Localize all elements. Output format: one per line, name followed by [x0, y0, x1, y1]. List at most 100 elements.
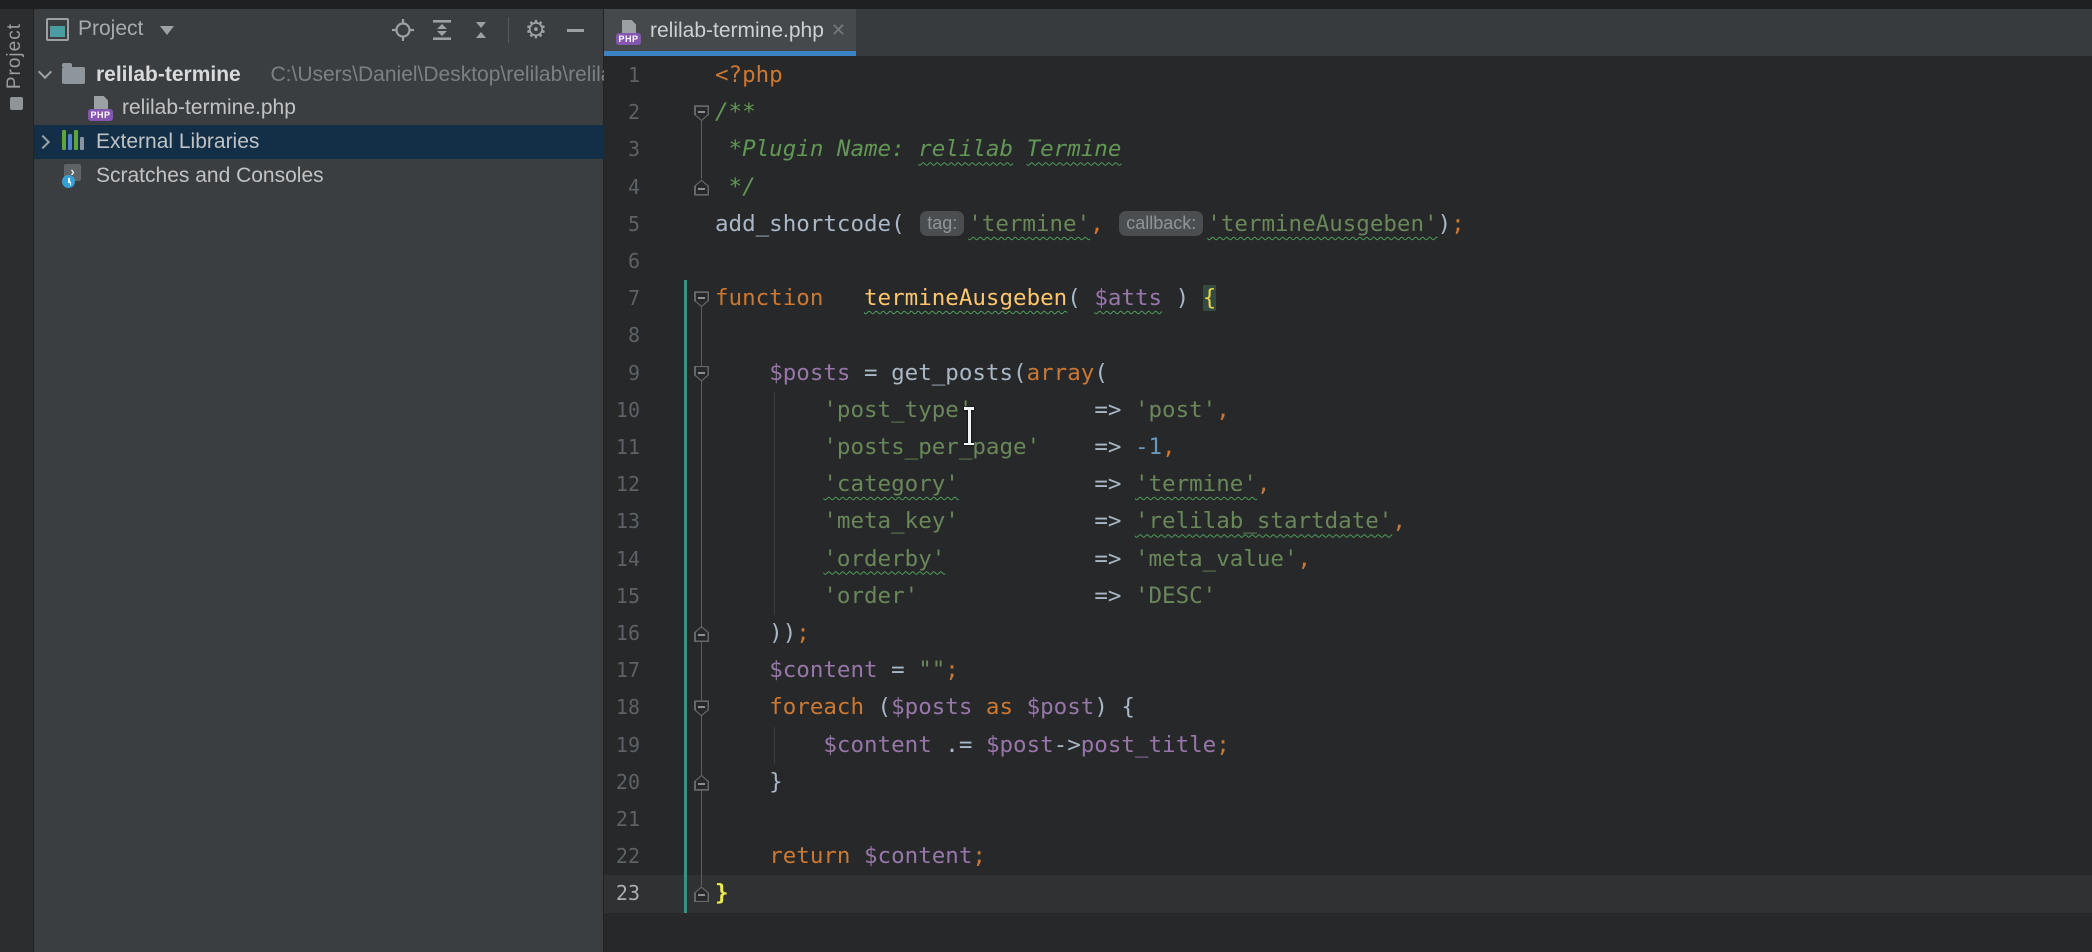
code-token: [1040, 434, 1094, 460]
chevron-right-icon[interactable]: [36, 135, 50, 149]
code-token: "": [918, 657, 945, 683]
code-editor[interactable]: 1234567891011121314151617181920212223 <?…: [604, 56, 2092, 952]
code-line[interactable]: 'order' => 'DESC': [715, 578, 1216, 615]
code-line[interactable]: $content = "";: [715, 652, 959, 689]
code-line[interactable]: <?php: [715, 57, 783, 94]
code-line[interactable]: *Plugin Name: relilab Termine: [715, 131, 1121, 168]
code-token: [715, 732, 823, 758]
code-token: $post: [986, 732, 1054, 758]
code-token: [823, 285, 864, 311]
project-stripe-button[interactable]: Project: [4, 23, 26, 89]
code-token: $content: [823, 732, 931, 758]
code-token: termineAusgeben: [864, 285, 1067, 311]
code-token: =: [878, 657, 919, 683]
tree-row-relilab-termine-php[interactable]: PHPrelilab-termine.php: [34, 91, 604, 125]
fold-marker[interactable]: [694, 886, 709, 902]
code-line[interactable]: $content .= $post->post_title;: [715, 727, 1230, 764]
line-number: 1: [604, 57, 640, 94]
code-token: [715, 583, 823, 609]
code-token: -1: [1135, 434, 1162, 460]
window-top-edge: [0, 0, 2092, 9]
tab-label: relilab-termine.php: [650, 19, 824, 43]
code-token: )): [715, 620, 796, 646]
code-token: (: [891, 211, 918, 237]
code-line[interactable]: }: [715, 875, 729, 912]
code-line[interactable]: function termineAusgeben( $atts ) {: [715, 280, 1216, 317]
code-token: 'posts_per_page': [823, 434, 1040, 460]
code-token: [945, 546, 1094, 572]
expand-all-icon[interactable]: [430, 18, 454, 42]
code-token: [715, 546, 823, 572]
code-token: 'meta_key': [823, 508, 958, 534]
line-number: 13: [604, 503, 640, 540]
fold-connector: [701, 121, 702, 179]
code-line[interactable]: ));: [715, 615, 810, 652]
code-token: Termine: [1027, 136, 1122, 162]
line-number: 11: [604, 429, 640, 466]
project-views-dropdown[interactable]: Project: [78, 17, 143, 41]
line-number: 8: [604, 317, 640, 354]
code-line[interactable]: return $content;: [715, 838, 986, 875]
code-token: =>: [1094, 546, 1135, 572]
code-token: as: [972, 694, 1026, 720]
chevron-down-icon[interactable]: [160, 26, 174, 35]
code-token: add_shortcode: [715, 211, 891, 237]
tool-window-stripe: Project: [0, 9, 34, 952]
code-token: 'post': [1135, 397, 1216, 423]
code-token: /**: [715, 99, 756, 125]
fold-marker[interactable]: [694, 775, 709, 791]
collapse-all-icon[interactable]: [469, 18, 493, 42]
fold-marker[interactable]: [694, 180, 709, 196]
tree-item-label: relilab-termine: [96, 63, 241, 87]
line-number: 16: [604, 615, 640, 652]
code-line[interactable]: 'meta_key' => 'relilab_startdate',: [715, 503, 1406, 540]
code-line[interactable]: }: [715, 764, 783, 801]
vcs-change-bar: [684, 280, 687, 913]
line-number: 9: [604, 355, 640, 392]
code-token: $post: [1027, 694, 1095, 720]
code-line[interactable]: $posts = get_posts(array(: [715, 355, 1108, 392]
tree-row-relilab-termine[interactable]: relilab-termineC:\Users\Daniel\Desktop\r…: [34, 58, 604, 92]
settings-gear-icon[interactable]: ⚙: [524, 18, 548, 42]
fold-marker[interactable]: [694, 291, 709, 307]
code-token: {: [1203, 285, 1217, 311]
code-token: =>: [1094, 397, 1135, 423]
code-token: $content: [769, 657, 877, 683]
locate-file-icon[interactable]: [391, 18, 415, 42]
code-token: =>: [1094, 471, 1135, 497]
fold-marker[interactable]: [694, 366, 709, 382]
code-line[interactable]: 'orderby' => 'meta_value',: [715, 541, 1311, 578]
code-token: */: [715, 174, 756, 200]
fold-marker[interactable]: [694, 105, 709, 121]
code-line[interactable]: foreach ($posts as $post) {: [715, 689, 1135, 726]
chevron-down-icon[interactable]: [38, 65, 52, 79]
code-line[interactable]: add_shortcode( tag:'termine', callback:'…: [715, 206, 1465, 243]
hide-panel-icon[interactable]: [563, 18, 587, 42]
code-token: ;: [796, 620, 810, 646]
line-number: 17: [604, 652, 640, 689]
code-token: ;: [1451, 211, 1465, 237]
code-line[interactable]: */: [715, 169, 756, 206]
tree-row-external-libraries[interactable]: External Libraries: [34, 125, 604, 159]
close-icon[interactable]: ✕: [831, 20, 846, 41]
code-token: ,: [1298, 546, 1312, 572]
code-token: 'termine': [1135, 471, 1257, 497]
code-token: return: [769, 843, 850, 869]
project-view-icon: [46, 18, 69, 41]
scratches-icon: ›: [62, 164, 86, 188]
code-token: ,: [1216, 397, 1230, 423]
line-number: 14: [604, 541, 640, 578]
project-panel-header: Project ⚙: [34, 9, 603, 51]
fold-marker[interactable]: [694, 700, 709, 716]
code-line[interactable]: 'category' => 'termine',: [715, 466, 1270, 503]
code-line[interactable]: /**: [715, 94, 756, 131]
tree-item-label: relilab-termine.php: [122, 96, 296, 120]
code-token: (: [1094, 360, 1108, 386]
code-token: <?php: [715, 62, 783, 88]
tree-row-scratches-and-consoles[interactable]: ›Scratches and Consoles: [34, 159, 604, 193]
mouse-ibeam-cursor: [962, 407, 976, 445]
code-line[interactable]: 'posts_per_page' => -1,: [715, 429, 1176, 466]
fold-marker[interactable]: [694, 626, 709, 642]
code-token: [959, 471, 1094, 497]
tab-relilab-termine-php[interactable]: PHP relilab-termine.php ✕: [604, 9, 856, 56]
